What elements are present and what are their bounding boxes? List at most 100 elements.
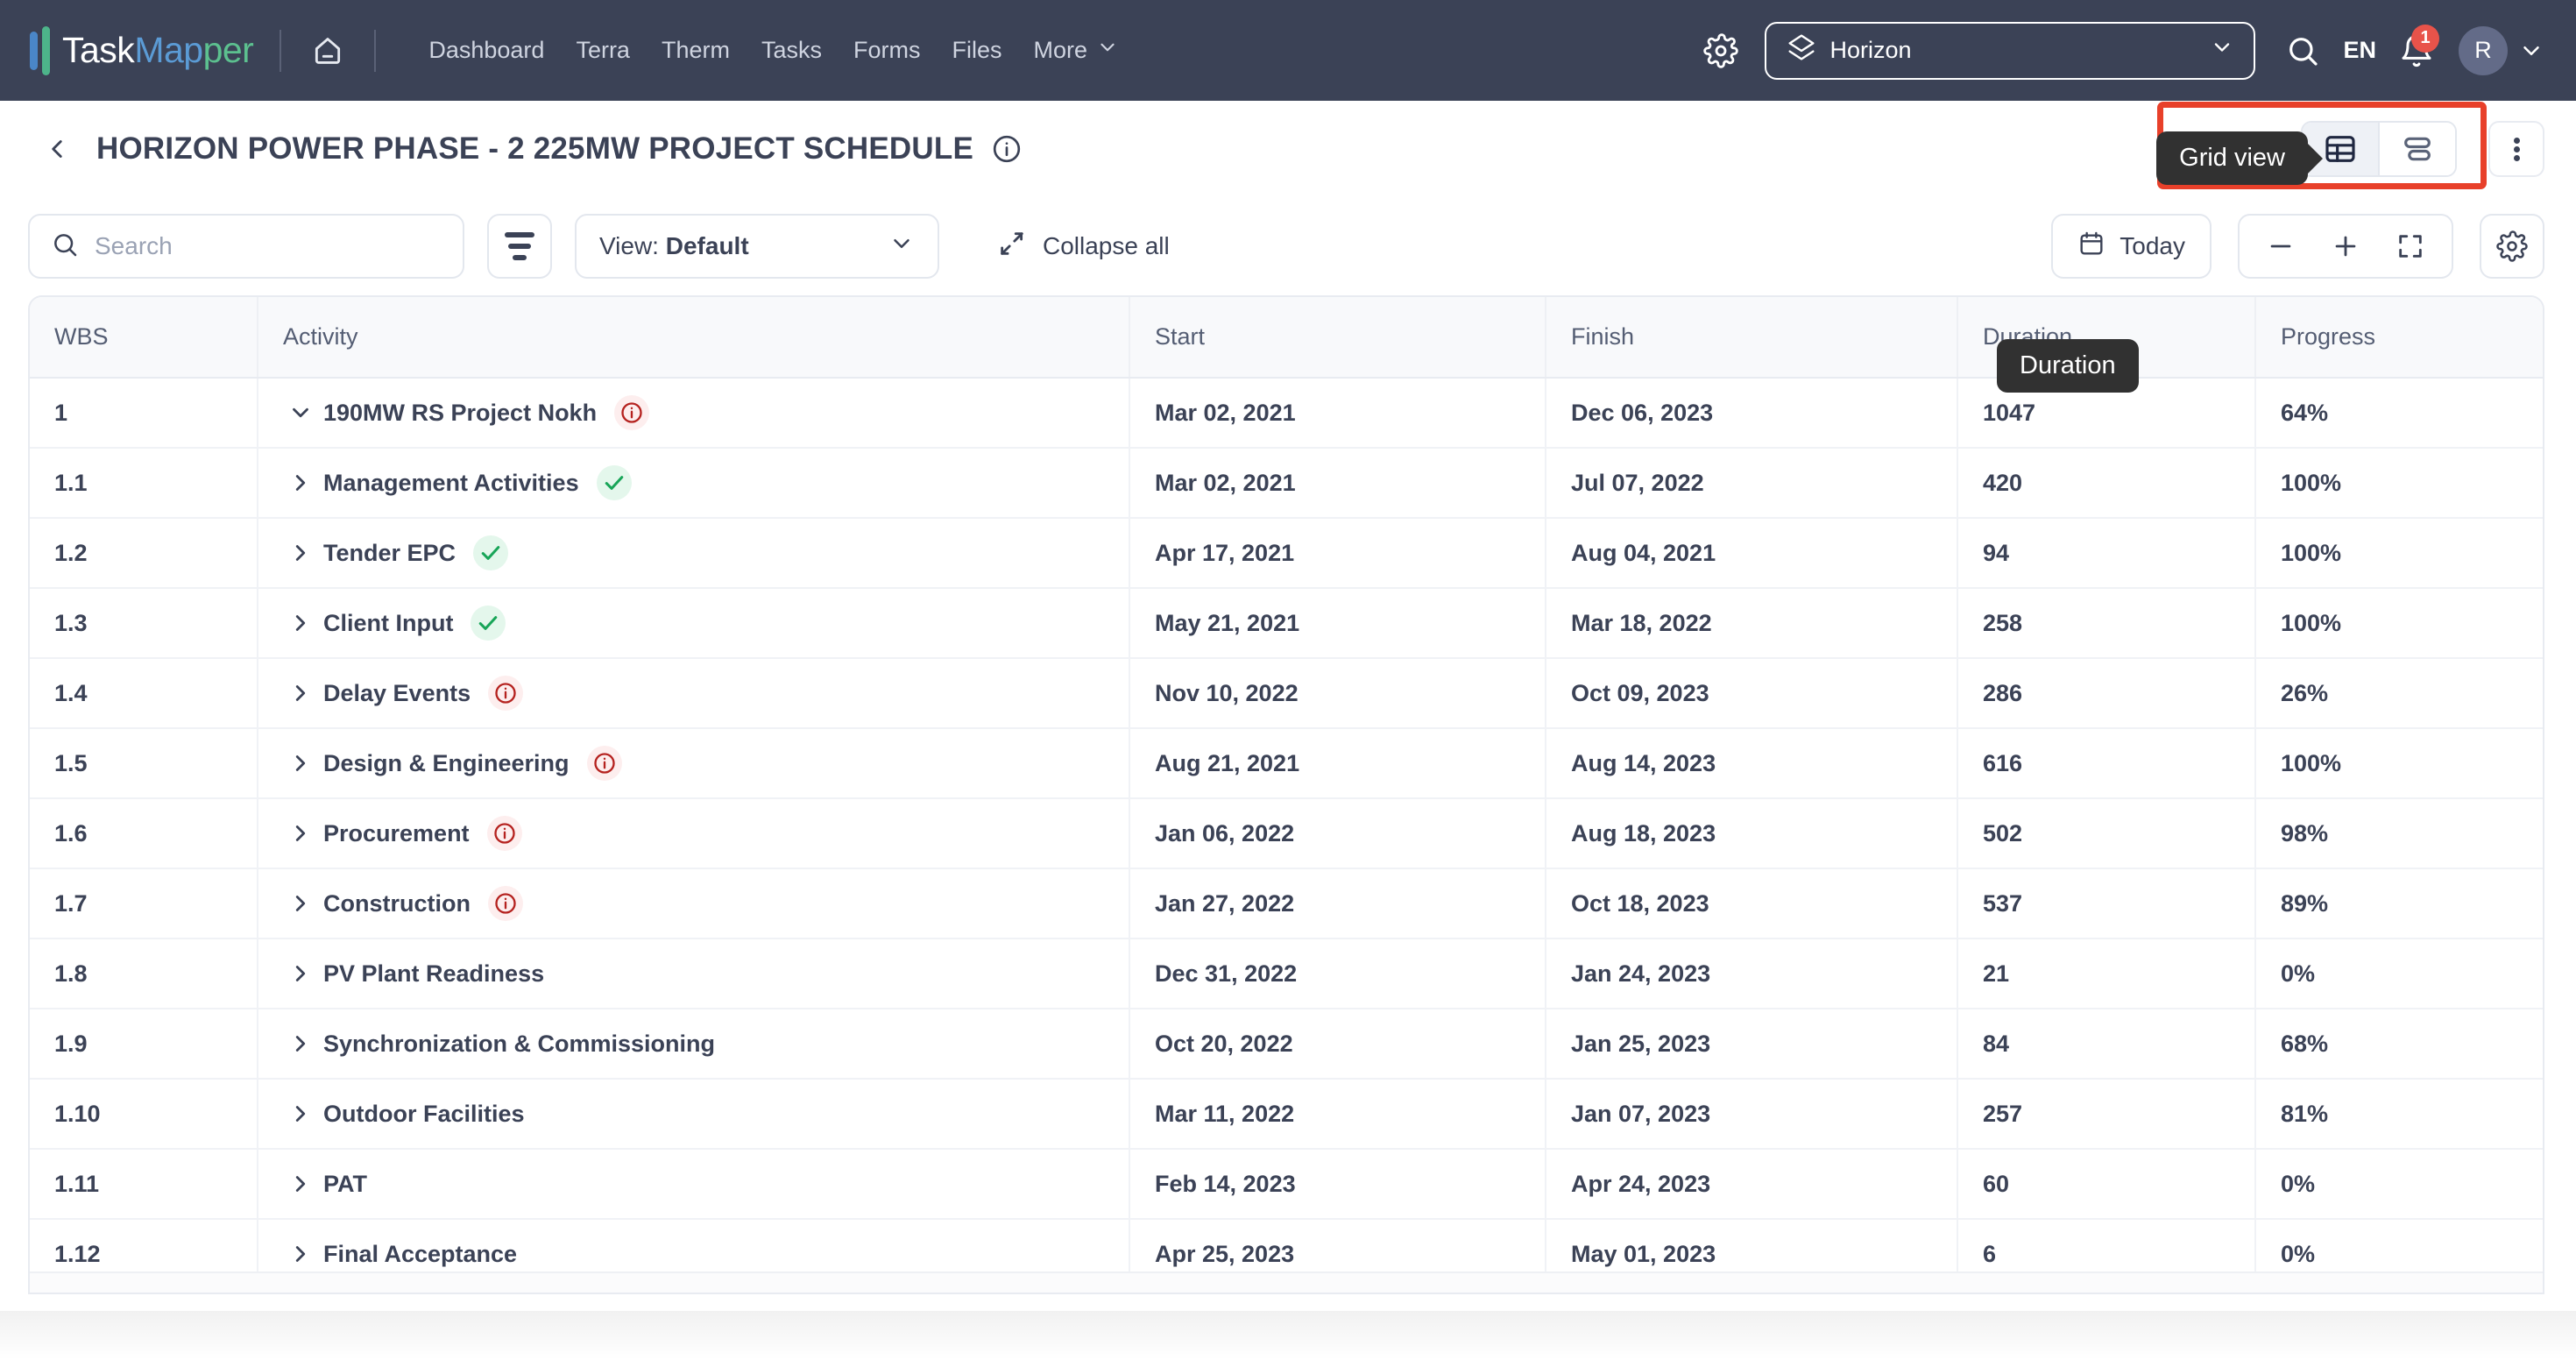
activity-name: PV Plant Readiness: [323, 960, 545, 987]
table-row[interactable]: 1.6 Procurement Jan 06, 2022 Aug 18, 2023 50…: [30, 798, 2543, 869]
column-header-activity[interactable]: Activity: [258, 297, 1130, 379]
column-header-finish[interactable]: Finish: [1546, 297, 1958, 379]
status-warning-icon[interactable]: [586, 746, 622, 781]
table-row[interactable]: 1.9 Synchronization & Commissioning Oct 20…: [30, 1009, 2543, 1080]
row-expand-toggle-icon[interactable]: [283, 540, 318, 566]
cell-activity: Management Activities: [258, 448, 1130, 519]
view-select[interactable]: View: Default: [575, 214, 939, 279]
status-complete-icon[interactable]: [471, 606, 506, 641]
collapse-all-label: Collapse all: [1043, 232, 1170, 259]
row-expand-toggle-icon[interactable]: [283, 750, 318, 776]
cell-wbs: 1.8: [30, 939, 258, 1009]
avatar[interactable]: R: [2459, 25, 2508, 75]
language-selector[interactable]: EN: [2331, 37, 2388, 64]
nav-link-dashboard[interactable]: Dashboard: [428, 37, 544, 64]
row-expand-toggle-icon[interactable]: [283, 960, 318, 987]
table-row[interactable]: 1.4 Delay Events Nov 10, 2022 Oct 09, 2023 2…: [30, 658, 2543, 729]
table-row[interactable]: 1.5 Design & Engineering Aug 21, 2021 Aug 1…: [30, 728, 2543, 799]
nav-link-terra[interactable]: Terra: [576, 37, 630, 64]
plus-icon[interactable]: [2313, 216, 2378, 277]
search-input[interactable]: [95, 232, 442, 260]
row-expand-toggle-icon[interactable]: [283, 1171, 318, 1197]
cell-wbs: 1.3: [30, 588, 258, 659]
table-row[interactable]: 1.8 PV Plant Readiness Dec 31, 2022 Jan 24,…: [30, 939, 2543, 1009]
chevron-left-icon[interactable]: [42, 134, 72, 164]
cell-activity: Synchronization & Commissioning: [258, 1009, 1130, 1080]
info-circle-icon[interactable]: [991, 133, 1023, 165]
nav-link-tasks[interactable]: Tasks: [761, 37, 822, 64]
minus-icon[interactable]: [2248, 216, 2313, 277]
row-expand-toggle-icon[interactable]: [283, 610, 318, 636]
row-expand-toggle-icon[interactable]: [283, 1101, 318, 1127]
table-row[interactable]: 1.3 Client Input May 21, 2021 Mar 18, 2022 2…: [30, 588, 2543, 659]
column-header-wbs[interactable]: WBS: [30, 297, 258, 379]
search-box[interactable]: [28, 214, 464, 279]
brand-name: TaskMapper: [62, 30, 254, 71]
cell-activity: Procurement: [258, 798, 1130, 869]
row-expand-toggle-icon[interactable]: [283, 680, 318, 706]
status-warning-icon[interactable]: [488, 886, 523, 921]
search-icon[interactable]: [2275, 23, 2331, 79]
cell-activity: Outdoor Facilities: [258, 1079, 1130, 1150]
cell-start: Jan 27, 2022: [1129, 868, 1546, 939]
row-expand-toggle-icon[interactable]: [283, 820, 318, 846]
cell-start: Feb 14, 2023: [1129, 1149, 1546, 1220]
notifications-button[interactable]: 1: [2388, 23, 2445, 79]
table-row[interactable]: 1.11 PAT Feb 14, 2023 Apr 24, 2023 60 0%: [30, 1149, 2543, 1220]
project-selector[interactable]: Horizon: [1765, 21, 2256, 80]
table-row[interactable]: 1 190MW RS Project Nokh Mar 02, 2021 Dec 06…: [30, 378, 2543, 449]
nav-link-forms[interactable]: Forms: [853, 37, 921, 64]
row-expand-toggle-icon[interactable]: [283, 1031, 318, 1057]
filter-icon[interactable]: [487, 214, 552, 279]
horizontal-scrollbar[interactable]: [30, 1271, 2543, 1293]
view-select-label: View: Default: [599, 232, 888, 260]
collapse-all-button[interactable]: Collapse all: [997, 229, 1170, 265]
activity-name: PAT: [323, 1170, 367, 1197]
home-icon[interactable]: [308, 31, 348, 71]
row-expand-toggle-icon[interactable]: [283, 1241, 318, 1267]
row-expand-toggle-icon[interactable]: [283, 890, 318, 917]
board-view-button[interactable]: [2380, 123, 2455, 175]
page-bottom-shadow: [0, 1311, 2576, 1360]
status-warning-icon[interactable]: [488, 676, 524, 711]
cell-progress: 0%: [2255, 1149, 2543, 1220]
column-header-start[interactable]: Start: [1129, 297, 1546, 379]
page-header: HORIZON POWER PHASE - 2 225MW PROJECT SC…: [0, 101, 2576, 197]
cell-progress: 81%: [2255, 1079, 2543, 1150]
status-warning-icon[interactable]: [614, 395, 650, 430]
column-header-progress[interactable]: Progress: [2255, 297, 2543, 379]
table-row[interactable]: 1.1 Management Activities Mar 02, 2021 Jul …: [30, 448, 2543, 519]
status-complete-icon[interactable]: [596, 465, 632, 500]
activity-name: Delay Events: [323, 679, 471, 706]
nav-link-more-label: More: [1033, 37, 1088, 63]
row-expand-toggle-icon[interactable]: [283, 400, 318, 426]
activity-name: Procurement: [323, 819, 470, 846]
cell-progress: 0%: [2255, 939, 2543, 1009]
table-row[interactable]: 1.7 Construction Jan 27, 2022 Oct 18, 2023 5…: [30, 868, 2543, 939]
gear-icon[interactable]: [1698, 28, 1744, 74]
table-row[interactable]: 1.10 Outdoor Facilities Mar 11, 2022 Jan 07…: [30, 1079, 2543, 1150]
table-settings-gear-icon[interactable]: [2480, 214, 2544, 279]
zoom-controls: [2238, 214, 2453, 279]
cell-finish: Oct 18, 2023: [1546, 868, 1958, 939]
nav-link-therm[interactable]: Therm: [662, 37, 730, 64]
nav-link-more[interactable]: More: [1034, 36, 1120, 65]
activity-name: Tender EPC: [323, 539, 456, 566]
more-vertical-icon[interactable]: [2488, 121, 2544, 177]
brand-logo[interactable]: TaskMapper: [30, 25, 254, 75]
today-button[interactable]: Today: [2051, 214, 2212, 279]
activity-name: Management Activities: [323, 469, 579, 496]
expand-icon[interactable]: [2378, 216, 2443, 277]
cell-finish: Apr 24, 2023: [1546, 1149, 1958, 1220]
row-expand-toggle-icon[interactable]: [283, 470, 318, 496]
status-complete-icon[interactable]: [473, 535, 509, 570]
avatar-chevron-down-icon[interactable]: [2518, 38, 2544, 64]
cell-wbs: 1.10: [30, 1079, 258, 1150]
nav-link-files[interactable]: Files: [952, 37, 1002, 64]
status-warning-icon[interactable]: [486, 816, 522, 851]
view-toggle-group: [2301, 121, 2457, 177]
cell-finish: Mar 18, 2022: [1546, 588, 1958, 659]
table-row[interactable]: 1.2 Tender EPC Apr 17, 2021 Aug 04, 2021 94 1…: [30, 518, 2543, 589]
duration-tooltip: Duration: [1997, 339, 2139, 393]
activity-name: Design & Engineering: [323, 749, 570, 776]
